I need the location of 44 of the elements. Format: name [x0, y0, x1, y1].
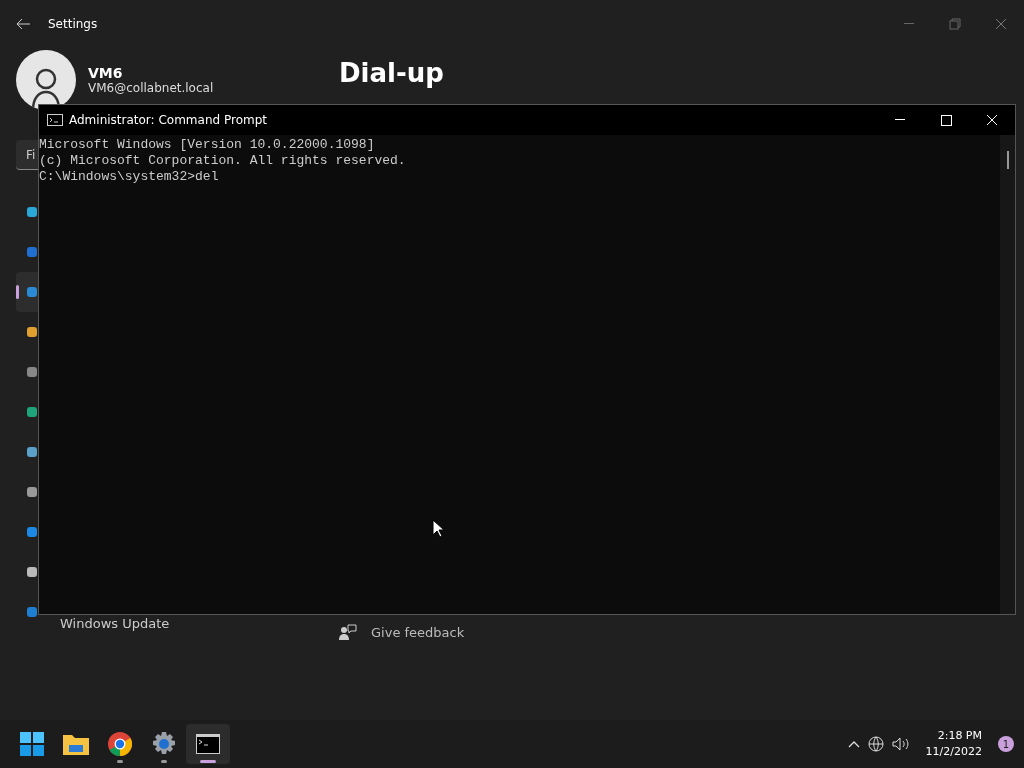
nav-icon	[27, 525, 37, 539]
sidebar-item[interactable]	[16, 272, 38, 312]
user-email: VM6@collabnet.local	[88, 81, 214, 95]
gear-icon	[152, 732, 176, 756]
page-title: Dial-up	[339, 58, 445, 88]
notification-badge[interactable]: 1	[998, 736, 1014, 752]
close-icon	[986, 114, 998, 126]
mouse-pointer-icon	[432, 519, 444, 538]
nav-icon	[27, 405, 37, 419]
windows-logo-icon	[20, 732, 44, 756]
restore-icon	[949, 18, 961, 30]
nav-icon	[27, 325, 37, 339]
window-title: Administrator: Command Prompt	[69, 113, 267, 127]
clock-date[interactable]: 11/2/2022	[925, 744, 982, 760]
nav-icon	[27, 365, 37, 379]
console-icon	[47, 114, 63, 126]
chevron-up-icon[interactable]	[847, 740, 860, 748]
minimize-icon	[904, 23, 914, 25]
console-line: Microsoft Windows [Version 10.0.22000.1098]	[39, 137, 376, 153]
scrollbar-thumb[interactable]	[1006, 151, 1009, 169]
globe-icon[interactable]	[867, 736, 884, 752]
feedback-icon	[339, 624, 357, 640]
nav-icon	[27, 445, 37, 459]
console-line: (c) Microsoft Corporation. All rights reserved.	[39, 153, 407, 169]
taskbar-app[interactable]	[186, 724, 230, 764]
user-name: VM6	[88, 65, 124, 81]
back-arrow-icon[interactable]	[16, 18, 30, 30]
chrome-icon	[108, 732, 132, 756]
sidebar-label[interactable]: Windows Update	[60, 616, 170, 631]
window-title: Settings	[48, 17, 98, 31]
speaker-icon[interactable]	[891, 737, 910, 751]
close-icon	[995, 18, 1007, 30]
minimize-icon	[895, 119, 905, 121]
maximize-icon	[940, 114, 952, 126]
folder-icon	[63, 733, 89, 755]
terminal-icon	[196, 734, 220, 754]
search-field[interactable]: Fi	[16, 140, 38, 170]
nav-icon	[27, 285, 37, 299]
nav-icon	[27, 485, 37, 499]
nav-icon	[27, 565, 37, 579]
feedback-link[interactable]: Give feedback	[339, 624, 1024, 640]
clock-time[interactable]: 2:18 PM	[937, 728, 982, 744]
nav-icon	[27, 205, 37, 219]
console-line: C:\Windows\system32>del	[39, 169, 220, 185]
